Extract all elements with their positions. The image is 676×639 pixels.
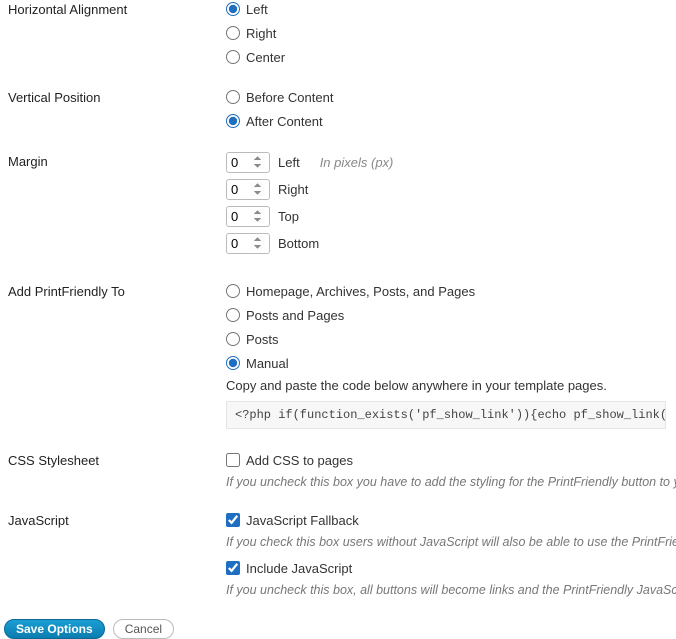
check-label-add-css: Add CSS to pages xyxy=(246,453,353,468)
row-add-to: Add PrintFriendly To Homepage, Archives,… xyxy=(8,282,676,429)
help-css: If you uncheck this box you have to add … xyxy=(226,475,676,489)
radio-label-left: Left xyxy=(246,2,268,17)
controls-add-to: Homepage, Archives, Posts, and Pages Pos… xyxy=(226,282,676,429)
margin-line-top: Top xyxy=(226,206,676,227)
checkbox-add-css[interactable] xyxy=(226,453,240,467)
radio-left[interactable] xyxy=(226,2,240,16)
checkbox-js-fallback[interactable] xyxy=(226,513,240,527)
row-css: CSS Stylesheet Add CSS to pages If you u… xyxy=(8,451,676,489)
row-margin: Margin Left In pixels (px) Right Top Bot… xyxy=(8,152,676,260)
add-to-description: Copy and paste the code below anywhere i… xyxy=(226,378,676,393)
radio-option-manual: Manual xyxy=(226,354,676,372)
controls-css: Add CSS to pages If you uncheck this box… xyxy=(226,451,676,489)
check-line-fallback: JavaScript Fallback xyxy=(226,511,676,529)
margin-left-label: Left xyxy=(278,155,300,170)
radio-option-after: After Content xyxy=(226,112,676,130)
radio-option-all: Homepage, Archives, Posts, and Pages xyxy=(226,282,676,300)
controls-margin: Left In pixels (px) Right Top Bottom xyxy=(226,152,676,260)
radio-option-left: Left xyxy=(226,0,676,18)
row-horizontal-alignment: Horizontal Alignment Left Right Center xyxy=(8,0,676,66)
row-vertical-position: Vertical Position Before Content After C… xyxy=(8,88,676,130)
radio-option-before: Before Content xyxy=(226,88,676,106)
label-js: JavaScript xyxy=(8,511,226,528)
radio-option-right: Right xyxy=(226,24,676,42)
row-js: JavaScript JavaScript Fallback If you ch… xyxy=(8,511,676,597)
radio-before-content[interactable] xyxy=(226,90,240,104)
radio-option-center: Center xyxy=(226,48,676,66)
radio-label-manual: Manual xyxy=(246,356,289,371)
margin-line-bottom: Bottom xyxy=(226,233,676,254)
radio-label-before: Before Content xyxy=(246,90,333,105)
label-vertical-position: Vertical Position xyxy=(8,88,226,105)
radio-label-after: After Content xyxy=(246,114,323,129)
check-label-include: Include JavaScript xyxy=(246,561,352,576)
radio-label-center: Center xyxy=(246,50,285,65)
radio-right[interactable] xyxy=(226,26,240,40)
radio-all[interactable] xyxy=(226,284,240,298)
radio-manual[interactable] xyxy=(226,356,240,370)
radio-option-posts: Posts xyxy=(226,330,676,348)
label-add-to: Add PrintFriendly To xyxy=(8,282,226,299)
check-line-add-css: Add CSS to pages xyxy=(226,451,676,469)
help-fallback: If you check this box users without Java… xyxy=(226,535,676,549)
controls-horizontal-alignment: Left Right Center xyxy=(226,0,676,66)
radio-label-pp: Posts and Pages xyxy=(246,308,344,323)
radio-option-pp: Posts and Pages xyxy=(226,306,676,324)
margin-right-label: Right xyxy=(278,182,308,197)
margin-hint: In pixels (px) xyxy=(320,155,394,170)
label-css: CSS Stylesheet xyxy=(8,451,226,468)
controls-vertical-position: Before Content After Content xyxy=(226,88,676,130)
check-line-include: Include JavaScript xyxy=(226,559,676,577)
margin-line-right: Right xyxy=(226,179,676,200)
radio-posts-pages[interactable] xyxy=(226,308,240,322)
form-actions: Save Options Cancel xyxy=(0,619,676,639)
save-button[interactable]: Save Options xyxy=(4,619,105,639)
radio-center[interactable] xyxy=(226,50,240,64)
php-code-snippet[interactable]: <?php if(function_exists('pf_show_link')… xyxy=(226,401,666,429)
radio-posts[interactable] xyxy=(226,332,240,346)
margin-left-input[interactable] xyxy=(226,152,270,173)
radio-label-posts: Posts xyxy=(246,332,279,347)
margin-line-left: Left In pixels (px) xyxy=(226,152,676,173)
cancel-button[interactable]: Cancel xyxy=(113,619,174,639)
margin-bottom-label: Bottom xyxy=(278,236,319,251)
radio-label-all: Homepage, Archives, Posts, and Pages xyxy=(246,284,475,299)
margin-bottom-input[interactable] xyxy=(226,233,270,254)
checkbox-include-js[interactable] xyxy=(226,561,240,575)
radio-label-right: Right xyxy=(246,26,276,41)
margin-top-input[interactable] xyxy=(226,206,270,227)
margin-top-label: Top xyxy=(278,209,299,224)
check-label-fallback: JavaScript Fallback xyxy=(246,513,359,528)
margin-right-input[interactable] xyxy=(226,179,270,200)
controls-js: JavaScript Fallback If you check this bo… xyxy=(226,511,676,597)
radio-after-content[interactable] xyxy=(226,114,240,128)
label-horizontal-alignment: Horizontal Alignment xyxy=(8,0,226,17)
help-include: If you uncheck this box, all buttons wil… xyxy=(226,583,676,597)
label-margin: Margin xyxy=(8,152,226,169)
